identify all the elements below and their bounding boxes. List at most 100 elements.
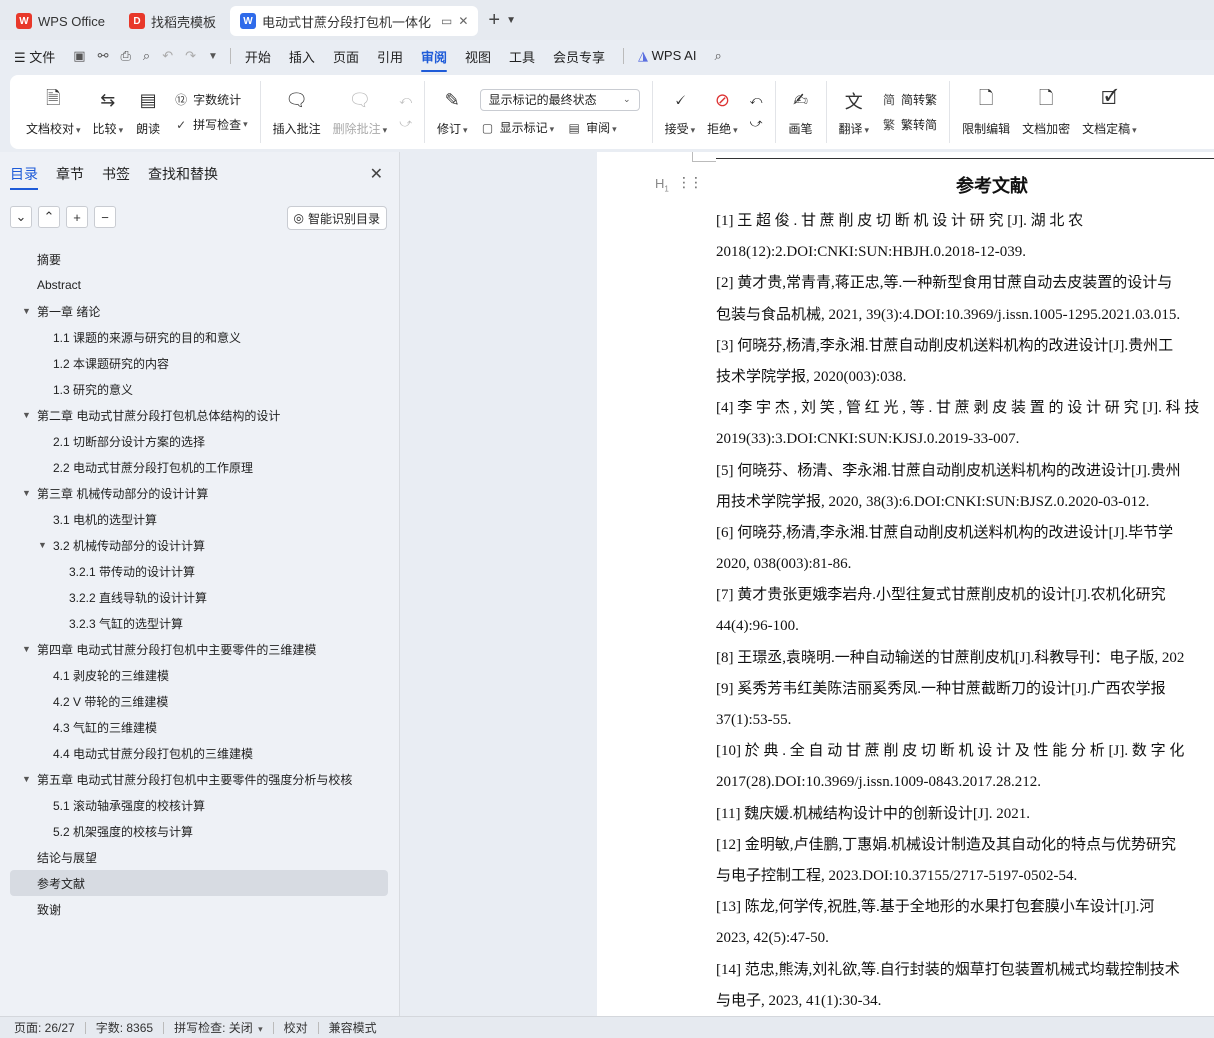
- undo-icon[interactable]: ↶: [162, 48, 173, 64]
- toc-item[interactable]: 3.2.2 直线导轨的设计计算: [10, 584, 388, 610]
- insert-comment-button[interactable]: 🗨 插入批注: [267, 81, 327, 143]
- to-simplified-button[interactable]: 繁繁转简: [881, 116, 937, 133]
- expand-triangle-icon[interactable]: ▼: [22, 306, 37, 316]
- toc-item[interactable]: 3.2.1 带传动的设计计算: [10, 558, 388, 584]
- translate-button[interactable]: 文 翻译 ▾: [833, 81, 876, 143]
- proofread-status[interactable]: 校对: [284, 1019, 308, 1036]
- search-icon[interactable]: ⌕: [714, 48, 721, 64]
- toc-item[interactable]: Abstract: [10, 272, 388, 298]
- tab-docer-templates[interactable]: D 找稻壳模板: [119, 6, 226, 36]
- show-markup-button[interactable]: ▢ 显示标记 ▾: [480, 119, 554, 136]
- reject-button[interactable]: ⊘ 拒绝 ▾: [701, 81, 744, 143]
- references-list[interactable]: [1] 王 超 俊 . 甘 蔗 削 皮 切 断 机 设 计 研 究 [J]. 湖…: [716, 206, 1214, 1016]
- toc-item[interactable]: 摘要: [10, 246, 388, 272]
- page-indicator[interactable]: 页面: 26/27: [14, 1019, 75, 1036]
- word-count-button[interactable]: ⑫ 字数统计: [173, 91, 248, 108]
- toc-item[interactable]: 2.1 切断部分设计方案的选择: [10, 428, 388, 454]
- nav-tab-bookmarks[interactable]: 书签: [102, 164, 130, 190]
- toc-item[interactable]: 5.2 机架强度的校核与计算: [10, 818, 388, 844]
- drag-handle-icon[interactable]: ⋮⋮: [677, 174, 703, 191]
- menu-item-insert[interactable]: 插入: [289, 47, 315, 66]
- nav-tab-sections[interactable]: 章节: [56, 164, 84, 190]
- proofread-button[interactable]: 🗎 文档校对 ▾: [20, 81, 87, 143]
- promote-chevron-up-icon[interactable]: ⌃: [38, 206, 60, 228]
- nav-tab-toc[interactable]: 目录: [10, 164, 38, 190]
- toc-item[interactable]: ▼ 第四章 电动式甘蔗分段打包机中主要零件的三维建模: [10, 636, 388, 662]
- toc-item[interactable]: 1.2 本课题研究的内容: [10, 350, 388, 376]
- expand-triangle-icon[interactable]: ▼: [22, 774, 37, 784]
- markup-state-select[interactable]: 显示标记的最终状态 ⌄: [479, 88, 640, 111]
- tab-wps-office[interactable]: W WPS Office: [6, 6, 115, 36]
- toc-item[interactable]: 1.1 课题的来源与研究的目的和意义: [10, 324, 388, 350]
- toc-item[interactable]: 2.2 电动式甘蔗分段打包机的工作原理: [10, 454, 388, 480]
- encrypt-button[interactable]: 🗋 文档加密: [1016, 81, 1076, 143]
- word-count-indicator[interactable]: 字数: 8365: [96, 1019, 153, 1036]
- heading-marker-icon[interactable]: H1: [655, 176, 669, 194]
- menu-item-page[interactable]: 页面: [333, 47, 359, 66]
- menu-item-tools[interactable]: 工具: [509, 47, 535, 66]
- print-icon[interactable]: ⎙: [121, 48, 131, 64]
- file-menu[interactable]: ☰ 文件: [14, 47, 55, 66]
- compare-button[interactable]: ⇆ 比较 ▾: [87, 81, 130, 143]
- monitor-icon[interactable]: ▭: [441, 14, 452, 28]
- toc-item[interactable]: 4.3 气缸的三维建模: [10, 714, 388, 740]
- toc-item[interactable]: 5.1 滚动轴承强度的校核计算: [10, 792, 388, 818]
- menu-item-review[interactable]: 审阅: [420, 47, 447, 72]
- toc-item[interactable]: ▼ 第二章 电动式甘蔗分段打包机总体结构的设计: [10, 402, 388, 428]
- delete-comment-button[interactable]: 🗨 删除批注 ▾: [327, 81, 394, 143]
- tab-document[interactable]: W 电动式甘蔗分段打包机一体化 ▭ ✕: [229, 6, 479, 36]
- finalize-button[interactable]: 🗹 文档定稿 ▾: [1076, 81, 1143, 143]
- toc-item[interactable]: 致谢: [10, 896, 388, 922]
- print-preview-icon[interactable]: ⌕: [143, 48, 150, 64]
- toc-item[interactable]: 结论与展望: [10, 844, 388, 870]
- accept-button[interactable]: 🗸 接受 ▾: [659, 81, 702, 143]
- add-heading-plus-icon[interactable]: +: [66, 206, 88, 228]
- demote-chevron-down-icon[interactable]: ⌄: [10, 206, 32, 228]
- previous-change-icon[interactable]: ⤺: [750, 93, 763, 108]
- remove-heading-minus-icon[interactable]: −: [94, 206, 116, 228]
- smart-toc-button[interactable]: ◎ 智能识别目录: [286, 206, 387, 230]
- to-traditional-button[interactable]: 简简转繁: [881, 91, 937, 108]
- ribbon-group-protect: 🗋 限制编辑 🗋 文档加密 🗹 文档定稿 ▾: [950, 81, 1149, 143]
- expand-triangle-icon[interactable]: ▼: [38, 540, 53, 550]
- close-tab-icon[interactable]: ✕: [458, 14, 468, 28]
- link-icon[interactable]: ⚯: [98, 48, 109, 64]
- review-pane-button[interactable]: ▤ 审阅 ▾: [566, 119, 616, 136]
- spell-check-status[interactable]: 拼写检查: 关闭 ▾: [174, 1019, 263, 1036]
- wps-ai-button[interactable]: ◮ WPS AI: [638, 48, 696, 64]
- revise-button[interactable]: ✎ 修订 ▾: [431, 81, 474, 143]
- menu-item-member[interactable]: 会员专享: [553, 47, 605, 66]
- new-tab-plus-icon[interactable]: +: [488, 9, 500, 32]
- menu-item-view[interactable]: 视图: [465, 47, 491, 66]
- toc-item[interactable]: 3.1 电机的选型计算: [10, 506, 388, 532]
- save-icon[interactable]: ▣: [73, 48, 85, 64]
- toc-item[interactable]: 1.3 研究的意义: [10, 376, 388, 402]
- toc-item[interactable]: 3.2.3 气缸的选型计算: [10, 610, 388, 636]
- spell-check-button[interactable]: ✓ 拼写检查 ▾: [173, 116, 248, 133]
- toc-item[interactable]: ▼ 第三章 机械传动部分的设计计算: [10, 480, 388, 506]
- restrict-edit-button[interactable]: 🗋 限制编辑: [956, 81, 1016, 143]
- toc-item[interactable]: ▼ 第五章 电动式甘蔗分段打包机中主要零件的强度分析与校核: [10, 766, 388, 792]
- previous-comment-icon[interactable]: ⤺: [399, 93, 412, 108]
- toc-item[interactable]: 4.2 V 带轮的三维建模: [10, 688, 388, 714]
- tab-list-chevron-icon[interactable]: ▼: [506, 15, 516, 26]
- nav-tab-find-replace[interactable]: 查找和替换: [148, 164, 218, 190]
- quick-access-chevron-icon[interactable]: ▼: [208, 51, 218, 62]
- brush-button[interactable]: ✍ 画笔: [782, 81, 820, 143]
- expand-triangle-icon[interactable]: ▼: [22, 488, 37, 498]
- expand-triangle-icon[interactable]: ▼: [22, 644, 37, 654]
- read-aloud-button[interactable]: ▤ 朗读: [129, 81, 167, 143]
- expand-triangle-icon[interactable]: ▼: [22, 410, 37, 420]
- toc-item[interactable]: ▼ 3.2 机械传动部分的设计计算: [10, 532, 388, 558]
- references-heading[interactable]: 参考文献: [716, 172, 1214, 198]
- toc-item[interactable]: 参考文献: [10, 870, 388, 896]
- next-change-icon[interactable]: ⤻: [750, 116, 763, 131]
- toc-item[interactable]: 4.4 电动式甘蔗分段打包机的三维建模: [10, 740, 388, 766]
- redo-icon[interactable]: ↷: [185, 48, 196, 64]
- close-pane-icon[interactable]: ✕: [370, 164, 383, 184]
- menu-item-references[interactable]: 引用: [377, 47, 403, 66]
- next-comment-icon[interactable]: ⤻: [399, 116, 412, 131]
- menu-item-home[interactable]: 开始: [245, 47, 271, 66]
- toc-item[interactable]: 4.1 剥皮轮的三维建模: [10, 662, 388, 688]
- toc-item[interactable]: ▼ 第一章 绪论: [10, 298, 388, 324]
